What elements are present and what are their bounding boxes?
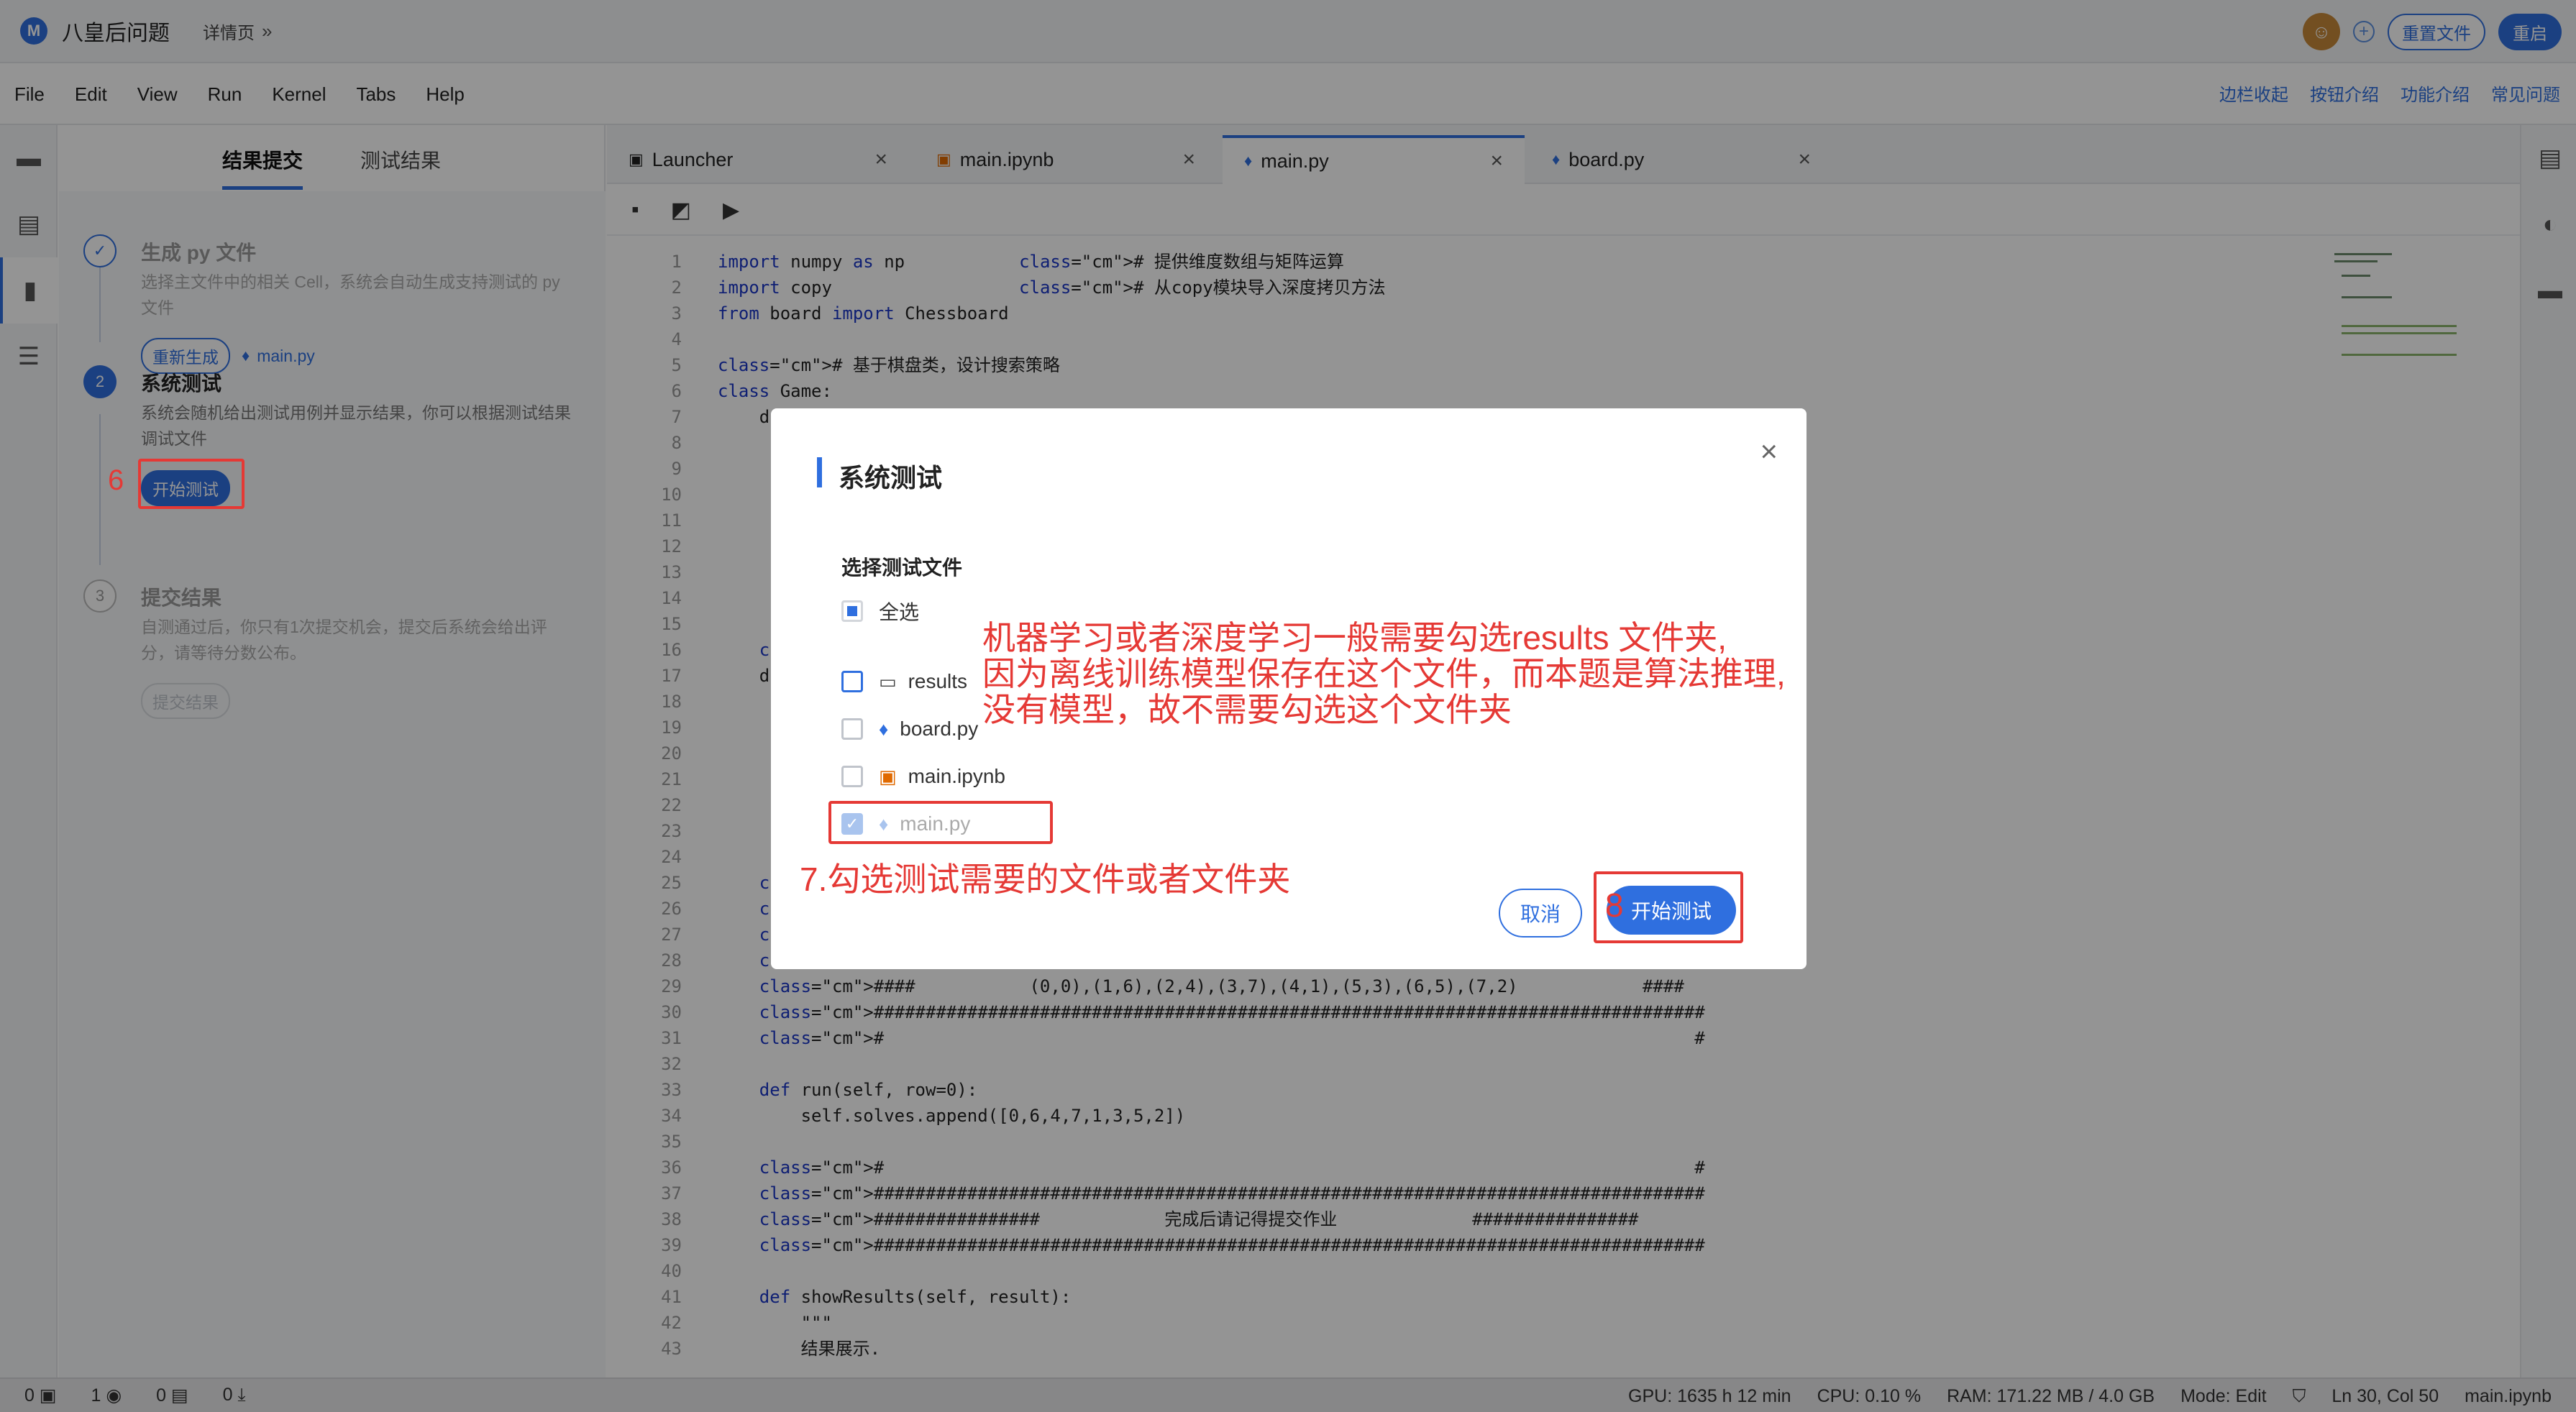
annotation-results-note: 机器学习或者深度学习一般需要勾选results 文件夹, 因为离线训练模型保存在… — [982, 619, 1786, 728]
file-row-main-ipynb[interactable]: ▣ main.ipynb — [841, 762, 1005, 791]
select-all-label: 全选 — [879, 601, 920, 623]
folder-icon: ▭ — [879, 670, 897, 692]
file-label: main.ipynb — [908, 765, 1005, 787]
annotation-step-7: 7.勾选测试需要的文件或者文件夹 — [800, 861, 1291, 898]
notebook-icon: ▣ — [879, 765, 897, 787]
select-all-row[interactable]: 全选 — [841, 597, 919, 625]
file-row-board-py[interactable]: ♦ board.py — [841, 715, 978, 743]
annotation-6: 6 — [108, 464, 124, 496]
dialog-title: 系统测试 — [839, 463, 943, 492]
title-accent-bar — [817, 457, 822, 487]
cancel-button[interactable]: 取消 — [1499, 889, 1583, 937]
main-ipynb-checkbox[interactable] — [841, 766, 863, 787]
annotation-box-main-py — [828, 801, 1053, 844]
results-checkbox[interactable] — [841, 671, 863, 692]
board-py-checkbox[interactable] — [841, 718, 863, 740]
file-label: results — [908, 670, 968, 692]
annotation-box-start-test — [138, 459, 245, 509]
file-label: board.py — [900, 718, 979, 740]
system-test-dialog: 系统测试 × 选择测试文件 全选 ▭ results ♦ board.py ▣ … — [771, 408, 1807, 969]
close-icon[interactable]: × — [1760, 434, 1778, 469]
file-row-results[interactable]: ▭ results — [841, 667, 967, 696]
annotation-8: 8 — [1605, 886, 1624, 924]
select-all-checkbox[interactable] — [841, 600, 863, 622]
python-icon: ♦ — [879, 718, 889, 740]
select-files-label: 选择测试文件 — [841, 556, 963, 579]
